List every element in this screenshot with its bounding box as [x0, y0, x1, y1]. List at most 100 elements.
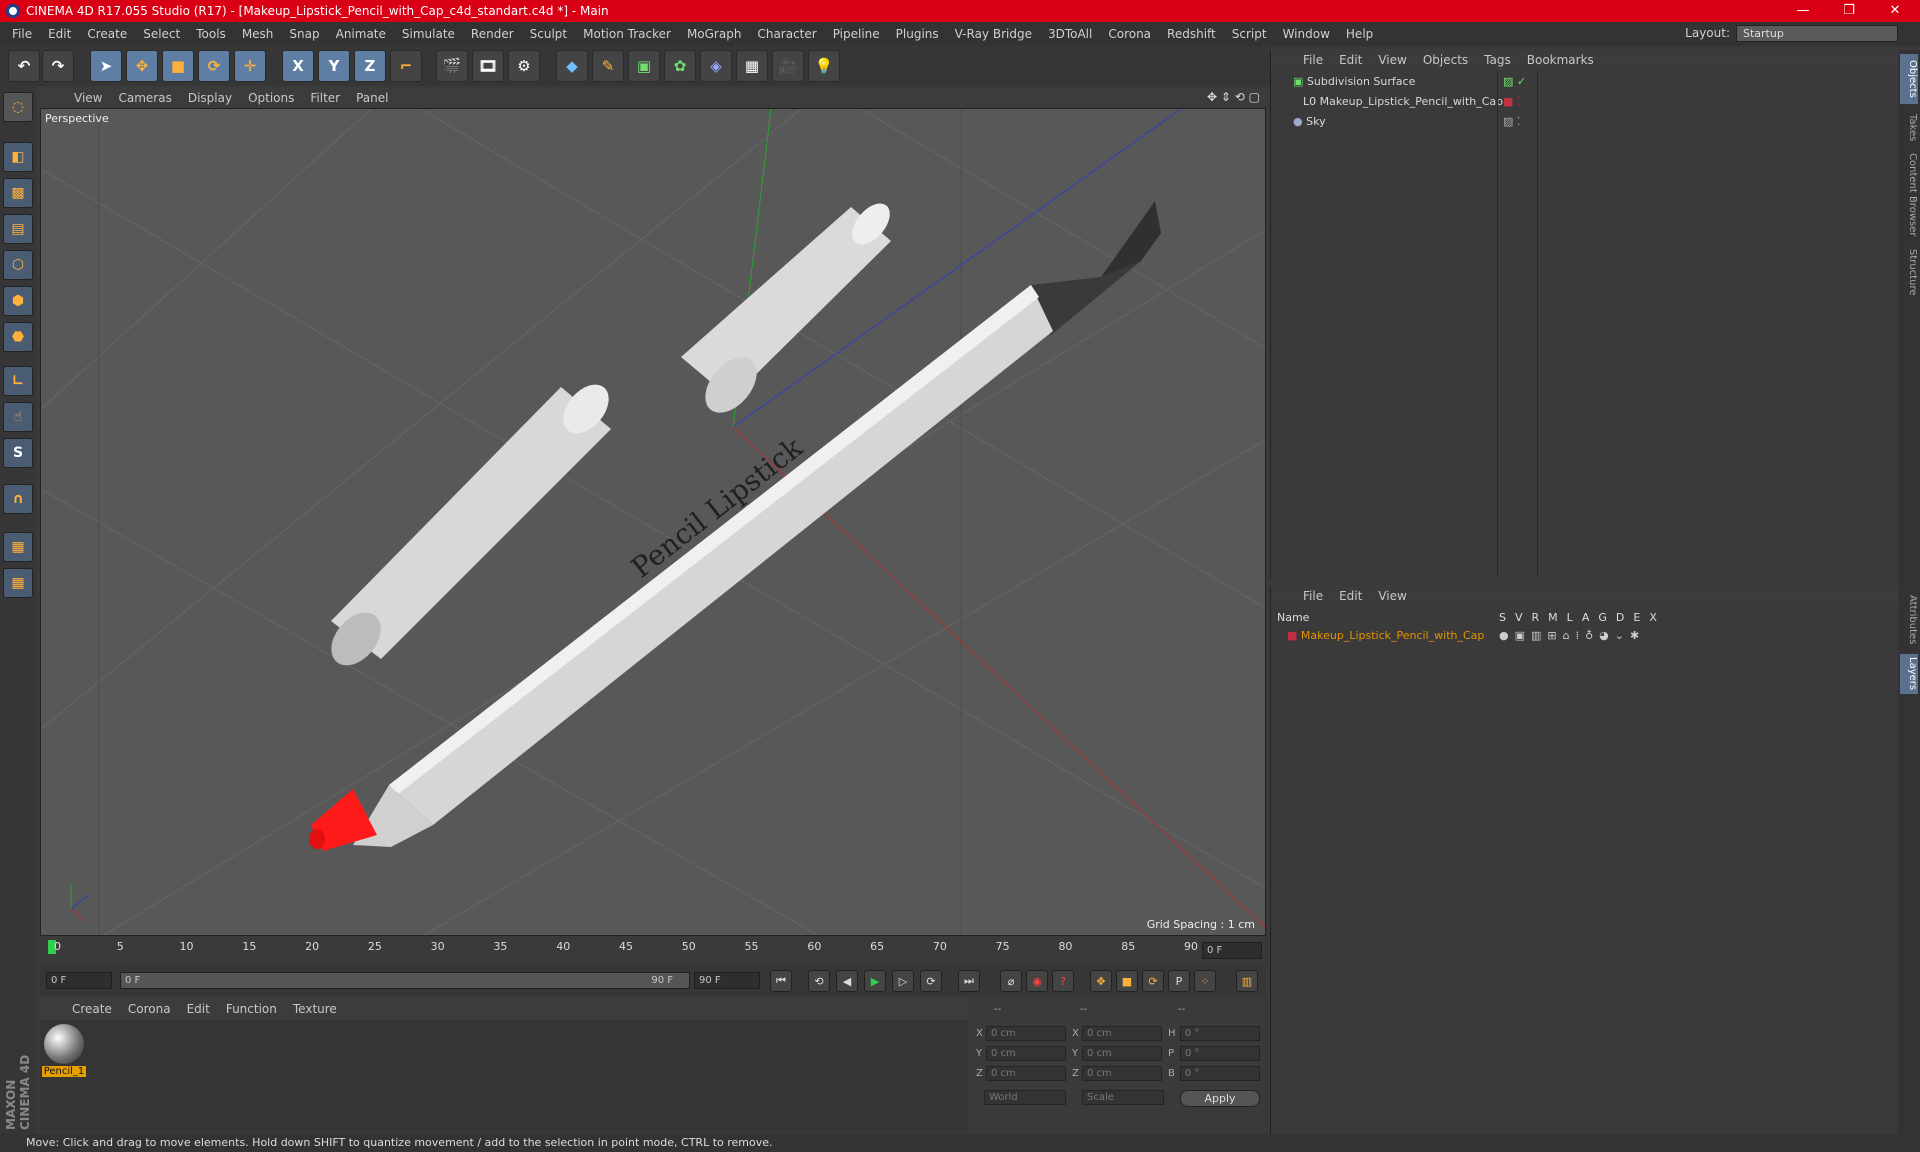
- object-menu-edit[interactable]: Edit: [1331, 53, 1370, 67]
- scale-tool-button[interactable]: ■: [162, 50, 194, 82]
- model-mode-button[interactable]: ◧: [3, 142, 33, 172]
- menu-edit[interactable]: Edit: [40, 22, 79, 46]
- deformer-button[interactable]: ◈: [700, 50, 732, 82]
- menu-3dtoall[interactable]: 3DToAll: [1040, 22, 1100, 46]
- material-menu-texture[interactable]: Texture: [285, 1002, 345, 1016]
- workplane-mode-button[interactable]: ▤: [3, 214, 33, 244]
- material-item[interactable]: Pencil_1: [42, 1024, 86, 1077]
- next-key-icon[interactable]: ⟳: [920, 970, 942, 992]
- key-pla-icon[interactable]: ⁘: [1194, 970, 1216, 992]
- menu-motion-tracker[interactable]: Motion Tracker: [575, 22, 679, 46]
- planar-workplane-button[interactable]: ▦: [3, 568, 33, 598]
- render-view-button[interactable]: 🎬: [436, 50, 468, 82]
- layer-toggle-icons[interactable]: ●▣▥⊞⌂⁞♁◕⌄✱: [1499, 626, 1645, 645]
- menu-animate[interactable]: Animate: [328, 22, 394, 46]
- menu-snap[interactable]: Snap: [281, 22, 327, 46]
- locked-workplane-button[interactable]: ▦: [3, 532, 33, 562]
- keyframe-selection-icon[interactable]: ⌀: [1000, 970, 1022, 992]
- timeline-ruler[interactable]: 0 5 10 15 20 25 30 35 40 45 50 55 60 65 70 75 80 85 90 0 F: [40, 938, 1266, 966]
- viewport-perspective[interactable]: Pencil Lipstick Perspective Grid Spacing…: [40, 108, 1266, 936]
- tab-content-browser[interactable]: Content Browser: [1900, 150, 1918, 240]
- menu-v-ray-bridge[interactable]: V-Ray Bridge: [947, 22, 1040, 46]
- menu-tools[interactable]: Tools: [188, 22, 234, 46]
- rot-b-field[interactable]: 0 °: [1180, 1066, 1260, 1081]
- z-axis-button[interactable]: Z: [354, 50, 386, 82]
- object-menu-objects[interactable]: Objects: [1415, 53, 1476, 67]
- rot-p-field[interactable]: 0 °: [1180, 1046, 1260, 1061]
- material-menu-corona[interactable]: Corona: [120, 1002, 179, 1016]
- material-menu-create[interactable]: Create: [64, 1002, 120, 1016]
- viewport-menu-cameras[interactable]: Cameras: [110, 91, 179, 105]
- menu-window[interactable]: Window: [1275, 22, 1338, 46]
- size-x-field[interactable]: 0 cm: [1082, 1026, 1162, 1041]
- key-param-icon[interactable]: P: [1168, 970, 1190, 992]
- menu-render[interactable]: Render: [463, 22, 522, 46]
- end-frame-field[interactable]: 90 F: [694, 972, 760, 989]
- record-key-icon[interactable]: ◉: [1026, 970, 1048, 992]
- start-frame-field[interactable]: 0 F: [46, 972, 112, 989]
- cloner-button[interactable]: ✿: [664, 50, 696, 82]
- tab-attributes[interactable]: Attributes: [1900, 590, 1918, 650]
- size-y-field[interactable]: 0 cm: [1082, 1046, 1162, 1061]
- menu-create[interactable]: Create: [79, 22, 135, 46]
- menu-file[interactable]: File: [4, 22, 40, 46]
- material-menu-function[interactable]: Function: [218, 1002, 285, 1016]
- frame-range-slider[interactable]: 0 F 90 F: [120, 972, 690, 989]
- viewport-nav-icons[interactable]: ✥ ⇕ ⟲ ▢: [1207, 90, 1260, 104]
- render-settings-button[interactable]: ⚙: [508, 50, 540, 82]
- object-menu-file[interactable]: File: [1295, 53, 1331, 67]
- current-frame-field[interactable]: 0 F: [1202, 942, 1262, 959]
- enabled-check-icon[interactable]: ▨ ✓: [1503, 72, 1526, 91]
- object-row-pencil[interactable]: L0 Makeup_Lipstick_Pencil_with_Cap ■ ⁚: [1271, 92, 1899, 111]
- play-icon[interactable]: ▶: [864, 970, 886, 992]
- key-scale-icon[interactable]: ■: [1116, 970, 1138, 992]
- menu-mesh[interactable]: Mesh: [234, 22, 282, 46]
- key-position-icon[interactable]: ✥: [1090, 970, 1112, 992]
- menu-help[interactable]: Help: [1338, 22, 1381, 46]
- object-row-subdivision[interactable]: ▣ Subdivision Surface ▨ ✓: [1271, 72, 1899, 91]
- coordinate-system-button[interactable]: ⌐: [390, 50, 422, 82]
- transform-tool-button[interactable]: ✛: [234, 50, 266, 82]
- menu-corona[interactable]: Corona: [1100, 22, 1159, 46]
- menu-mograph[interactable]: MoGraph: [679, 22, 750, 46]
- size-mode-select[interactable]: Scale: [1082, 1090, 1164, 1105]
- pos-y-field[interactable]: 0 cm: [986, 1046, 1066, 1061]
- tab-structure[interactable]: Structure: [1900, 244, 1918, 300]
- x-axis-button[interactable]: X: [282, 50, 314, 82]
- previous-frame-icon[interactable]: ◀: [836, 970, 858, 992]
- tab-objects[interactable]: Objects: [1900, 54, 1918, 104]
- previous-key-icon[interactable]: ⟲: [808, 970, 830, 992]
- texture-mode-button[interactable]: ▩: [3, 178, 33, 208]
- menu-redshift[interactable]: Redshift: [1159, 22, 1224, 46]
- points-mode-button[interactable]: ⬡: [3, 250, 33, 280]
- go-to-start-icon[interactable]: ⏮: [770, 970, 792, 992]
- layout-select[interactable]: Startup: [1736, 25, 1898, 42]
- object-menu-tags[interactable]: Tags: [1476, 53, 1519, 67]
- menu-simulate[interactable]: Simulate: [394, 22, 463, 46]
- magnet-tool-button[interactable]: ∩: [3, 484, 33, 514]
- pos-z-field[interactable]: 0 cm: [986, 1066, 1066, 1081]
- cube-object-button[interactable]: ◆: [556, 50, 588, 82]
- viewport-menu-view[interactable]: View: [66, 91, 110, 105]
- pen-spline-button[interactable]: ✎: [592, 50, 624, 82]
- menu-pipeline[interactable]: Pipeline: [825, 22, 888, 46]
- rot-h-field[interactable]: 0 °: [1180, 1026, 1260, 1041]
- autokey-icon[interactable]: ?: [1052, 970, 1074, 992]
- menu-select[interactable]: Select: [135, 22, 188, 46]
- key-rotation-icon[interactable]: ⟳: [1142, 970, 1164, 992]
- select-tool-button[interactable]: ➤: [90, 50, 122, 82]
- menu-plugins[interactable]: Plugins: [888, 22, 947, 46]
- make-editable-button[interactable]: ◌: [3, 92, 33, 122]
- layer-menu-edit[interactable]: Edit: [1331, 589, 1370, 603]
- snapping-button[interactable]: S: [3, 438, 33, 468]
- rotate-tool-button[interactable]: ⟳: [198, 50, 230, 82]
- layer-color-icon[interactable]: ■ ⁚: [1503, 92, 1520, 111]
- axis-mode-button[interactable]: ∟: [3, 366, 33, 396]
- timeline-window-icon[interactable]: ▥: [1236, 970, 1258, 992]
- render-picture-viewer-button[interactable]: 🎞: [472, 50, 504, 82]
- polygons-mode-button[interactable]: ⬣: [3, 322, 33, 352]
- viewport-menu-filter[interactable]: Filter: [302, 91, 348, 105]
- object-row-sky[interactable]: ● Sky ▨ ⁚: [1271, 112, 1899, 131]
- tab-layers[interactable]: Layers: [1900, 654, 1918, 694]
- menu-sculpt[interactable]: Sculpt: [522, 22, 575, 46]
